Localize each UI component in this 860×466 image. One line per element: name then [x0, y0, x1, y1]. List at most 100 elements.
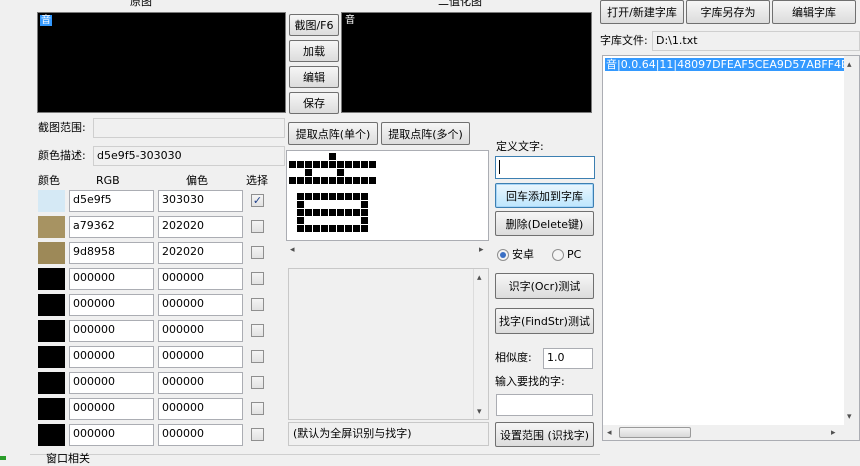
- offset-field[interactable]: 000000: [158, 268, 243, 290]
- color-swatch[interactable]: [38, 346, 65, 368]
- select-checkbox[interactable]: [251, 246, 264, 259]
- scroll-down-icon[interactable]: ▾: [477, 407, 482, 417]
- dot-cell: [289, 185, 296, 192]
- library-hscroll[interactable]: ◂ ▸: [603, 425, 859, 440]
- binarized-char-tag: 音: [344, 15, 356, 26]
- dot-cell: [361, 233, 368, 240]
- save-button[interactable]: 保存: [289, 92, 339, 114]
- capture-button[interactable]: 截图/F6: [289, 14, 339, 36]
- color-swatch[interactable]: [38, 424, 65, 446]
- scroll-left-icon[interactable]: ◂: [290, 245, 295, 255]
- rgb-field[interactable]: 000000: [69, 398, 154, 420]
- dot-cell: [353, 201, 360, 208]
- dot-cell: [369, 225, 376, 232]
- dot-cell: [361, 161, 368, 168]
- rgb-field[interactable]: 000000: [69, 268, 154, 290]
- select-checkbox[interactable]: [251, 402, 264, 415]
- dot-cell: [353, 153, 360, 160]
- select-checkbox[interactable]: [251, 376, 264, 389]
- offset-field[interactable]: 000000: [158, 398, 243, 420]
- color-swatch[interactable]: [38, 190, 65, 212]
- offset-field[interactable]: 000000: [158, 372, 243, 394]
- pc-radio[interactable]: [552, 249, 564, 261]
- android-radio[interactable]: [497, 249, 509, 261]
- save-library-as-button[interactable]: 字库另存为: [686, 0, 770, 24]
- rgb-field[interactable]: 000000: [69, 372, 154, 394]
- select-checkbox[interactable]: [251, 272, 264, 285]
- offset-field[interactable]: 000000: [158, 294, 243, 316]
- scroll-right-icon[interactable]: ▸: [479, 245, 484, 255]
- dot-matrix-hscroll[interactable]: ◂ ▸: [286, 242, 489, 257]
- color-swatch[interactable]: [38, 398, 65, 420]
- library-file-field[interactable]: D:\1.txt: [652, 31, 860, 51]
- color-swatch[interactable]: [38, 320, 65, 342]
- rgb-field[interactable]: 000000: [69, 294, 154, 316]
- select-checkbox[interactable]: [251, 298, 264, 311]
- dot-cell: [305, 233, 312, 240]
- find-text-input[interactable]: [496, 394, 593, 416]
- ocr-test-button[interactable]: 识字(Ocr)测试: [495, 273, 594, 299]
- dot-cell: [353, 169, 360, 176]
- scroll-up-icon[interactable]: ▴: [477, 273, 482, 283]
- select-checkbox[interactable]: [251, 220, 264, 233]
- edit-button[interactable]: 编辑: [289, 66, 339, 88]
- select-checkbox[interactable]: ✓: [251, 194, 264, 207]
- color-swatch[interactable]: [38, 216, 65, 238]
- define-text-input[interactable]: [495, 156, 595, 179]
- offset-field[interactable]: 202020: [158, 242, 243, 264]
- text-cursor: [499, 160, 500, 174]
- findstr-test-button[interactable]: 找字(FindStr)测试: [495, 308, 594, 334]
- dot-cell: [337, 161, 344, 168]
- open-new-library-button[interactable]: 打开/新建字库: [600, 0, 684, 24]
- dot-cell: [313, 177, 320, 184]
- delete-button[interactable]: 删除(Delete键): [495, 211, 594, 236]
- offset-field[interactable]: 202020: [158, 216, 243, 238]
- dot-cell: [305, 169, 312, 176]
- select-checkbox[interactable]: [251, 324, 264, 337]
- rgb-field[interactable]: 000000: [69, 320, 154, 342]
- offset-field[interactable]: 000000: [158, 320, 243, 342]
- library-entry[interactable]: 音|0.0.64|11|48097DFEAF5CEA9D57ABFF4BE90: [605, 58, 859, 71]
- dot-cell: [353, 185, 360, 192]
- rgb-field[interactable]: 9d8958: [69, 242, 154, 264]
- set-range-button[interactable]: 设置范围 (识找字): [495, 422, 594, 447]
- offset-field[interactable]: 000000: [158, 424, 243, 446]
- extract-single-button[interactable]: 提取点阵(单个): [288, 122, 378, 145]
- select-checkbox[interactable]: [251, 350, 264, 363]
- rgb-field[interactable]: a79362: [69, 216, 154, 238]
- color-swatch[interactable]: [38, 242, 65, 264]
- dot-cell: [321, 193, 328, 200]
- add-to-library-button[interactable]: 回车添加到字库: [495, 183, 594, 208]
- color-desc-field[interactable]: d5e9f5-303030: [93, 146, 285, 166]
- library-vscroll[interactable]: ▴ ▾: [844, 56, 859, 426]
- similarity-input[interactable]: 1.0: [543, 348, 593, 369]
- ocr-result-area[interactable]: ▴ ▾: [288, 268, 489, 420]
- dot-cell: [305, 201, 312, 208]
- ocr-result-vscroll[interactable]: ▴ ▾: [473, 269, 488, 419]
- extract-multi-button[interactable]: 提取点阵(多个): [381, 122, 470, 145]
- dot-cell: [369, 177, 376, 184]
- edit-library-button[interactable]: 编辑字库: [772, 0, 856, 24]
- library-list[interactable]: 音|0.0.64|11|48097DFEAF5CEA9D57ABFF4BE90 …: [602, 55, 860, 441]
- library-scroll-down-icon[interactable]: ▾: [847, 412, 852, 422]
- library-scroll-right-icon[interactable]: ▸: [831, 428, 836, 438]
- color-swatch[interactable]: [38, 294, 65, 316]
- color-swatch[interactable]: [38, 372, 65, 394]
- select-checkbox[interactable]: [251, 428, 264, 441]
- dot-cell: [297, 177, 304, 184]
- offset-field[interactable]: 303030: [158, 190, 243, 212]
- load-button[interactable]: 加载: [289, 40, 339, 62]
- capture-range-field[interactable]: [93, 118, 285, 138]
- define-text-label: 定义文字:: [496, 140, 544, 153]
- rgb-field[interactable]: 000000: [69, 346, 154, 368]
- rgb-field[interactable]: 000000: [69, 424, 154, 446]
- dot-cell: [321, 177, 328, 184]
- dot-cell: [305, 177, 312, 184]
- library-hscroll-thumb[interactable]: [619, 427, 691, 438]
- library-scroll-up-icon[interactable]: ▴: [847, 60, 852, 70]
- library-scroll-left-icon[interactable]: ◂: [607, 428, 612, 438]
- dot-cell: [361, 225, 368, 232]
- color-swatch[interactable]: [38, 268, 65, 290]
- offset-field[interactable]: 000000: [158, 346, 243, 368]
- rgb-field[interactable]: d5e9f5: [69, 190, 154, 212]
